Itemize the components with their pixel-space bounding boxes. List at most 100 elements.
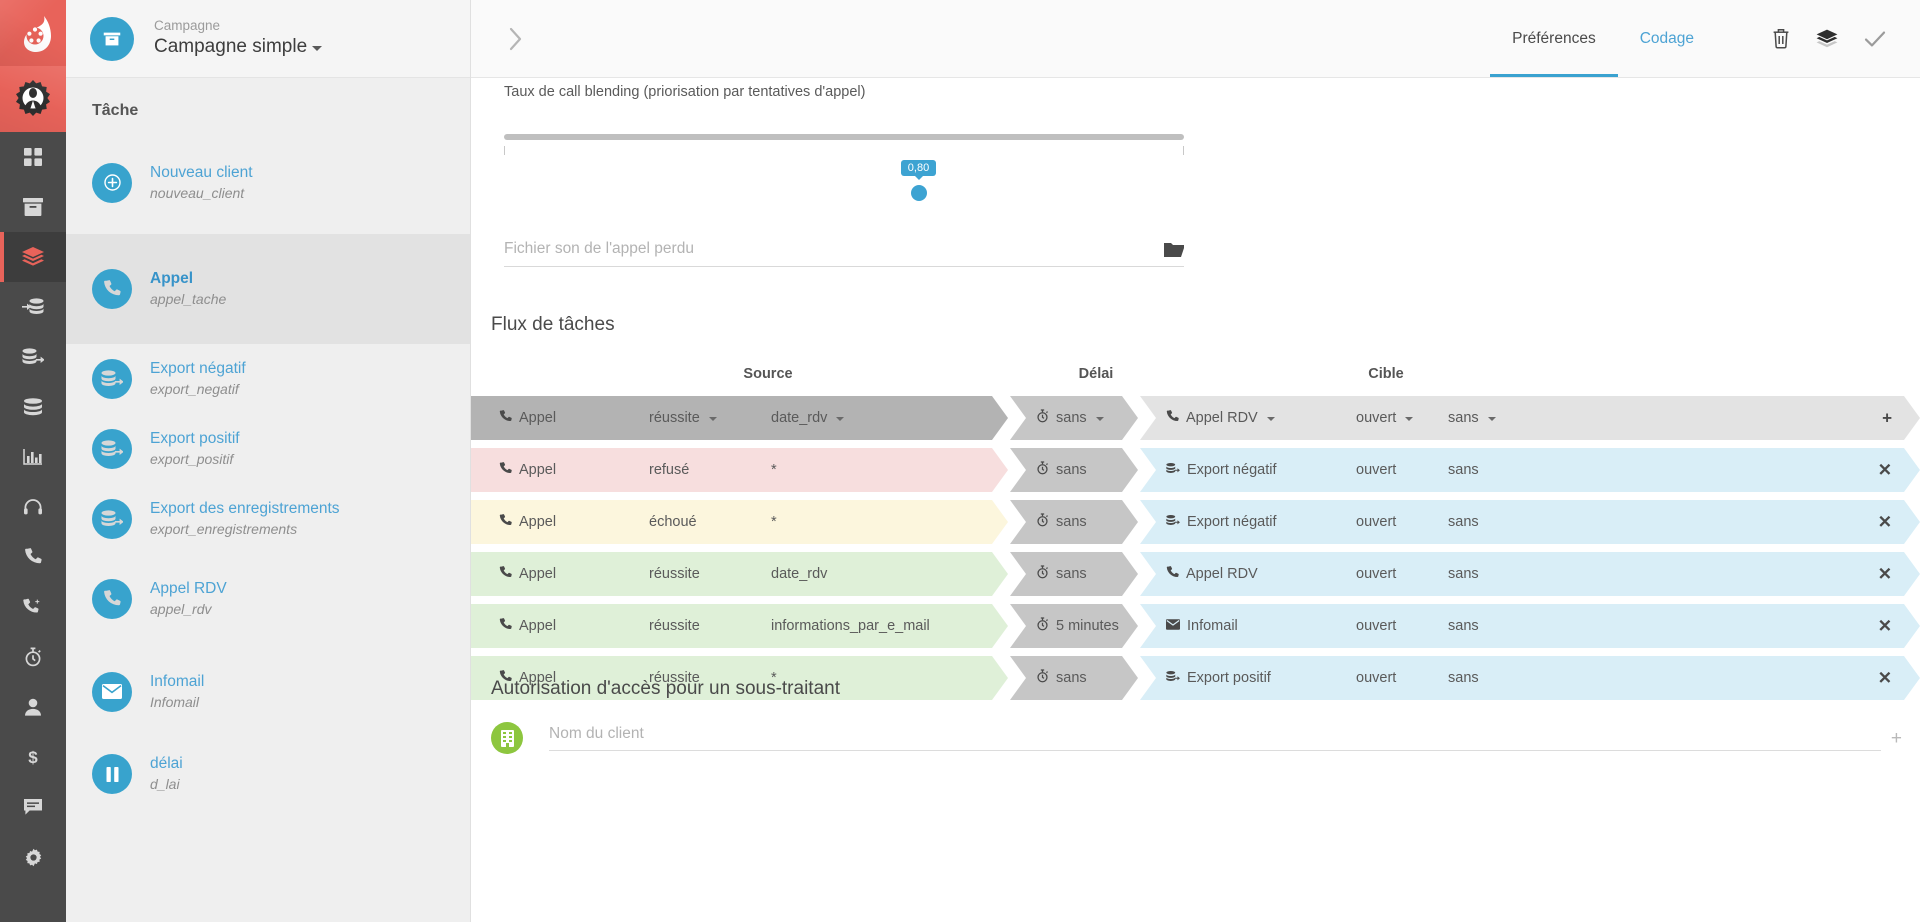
flow-source-status: échoué bbox=[649, 514, 697, 530]
rail-item-phone[interactable] bbox=[0, 532, 66, 582]
tabs: Préférences Codage bbox=[1490, 0, 1716, 77]
task-title: Nouveau client bbox=[150, 163, 253, 181]
database-export-icon bbox=[92, 499, 132, 539]
flow-delay-value[interactable]: sans bbox=[1036, 409, 1104, 427]
database-export-icon bbox=[92, 429, 132, 469]
call-blending-slider-handle[interactable] bbox=[910, 185, 927, 201]
task-item[interactable]: Export négatif export_negatif bbox=[66, 344, 470, 414]
flow-target-extra[interactable]: sans bbox=[1448, 410, 1496, 426]
rail-item-database-import[interactable] bbox=[0, 282, 66, 332]
flame-logo-icon[interactable] bbox=[0, 0, 66, 66]
flow-delay-segment: sans bbox=[1010, 552, 1138, 596]
rail-item-gear-settings[interactable] bbox=[0, 832, 66, 882]
flow-target-task: Appel RDV bbox=[1166, 566, 1356, 583]
rail-item-user[interactable] bbox=[0, 682, 66, 732]
gear-settings-icon bbox=[24, 848, 43, 867]
icon-rail: $ bbox=[0, 0, 66, 922]
phone-icon bbox=[92, 579, 132, 619]
rail-item-stopwatch[interactable] bbox=[0, 632, 66, 682]
rail-item-database[interactable] bbox=[0, 382, 66, 432]
slider-tick-min bbox=[504, 146, 505, 155]
chat-bubble-icon bbox=[23, 798, 43, 816]
database-export-icon bbox=[22, 348, 44, 366]
flow-source-task: Appel bbox=[499, 566, 649, 583]
check-save-icon[interactable] bbox=[1864, 30, 1886, 48]
task-subtitle: export_positif bbox=[150, 451, 234, 468]
campaign-name-text: Campagne simple bbox=[154, 36, 308, 58]
subcontractor-title: Autorisation d'accès pour un sous-traita… bbox=[491, 678, 840, 699]
topbar: Préférences Codage bbox=[471, 0, 1920, 78]
add-subcontractor-button[interactable]: + bbox=[1891, 729, 1920, 748]
flow-source-status: refusé bbox=[649, 462, 690, 478]
remove-flow-button[interactable]: ✕ bbox=[1878, 514, 1892, 531]
database-export-icon bbox=[1166, 462, 1180, 479]
gear-agent-logo-icon[interactable] bbox=[0, 66, 66, 132]
layers-duplicate-icon[interactable] bbox=[1816, 29, 1838, 49]
flow-delay-value: 5 minutes bbox=[1036, 617, 1119, 635]
pause-icon bbox=[92, 754, 132, 794]
subcontractor-section: Autorisation d'accès pour un sous-traita… bbox=[471, 678, 1920, 754]
task-subtitle: nouveau_client bbox=[150, 184, 245, 201]
rail-item-grid-dashboard[interactable] bbox=[0, 132, 66, 182]
task-title: Export positif bbox=[150, 430, 240, 448]
call-blending-slider-value: 0,80 bbox=[900, 160, 937, 180]
flow-delay-value: sans bbox=[1036, 513, 1087, 531]
flow-source-status[interactable]: réussite bbox=[649, 410, 739, 426]
trash-delete-icon[interactable] bbox=[1772, 28, 1790, 49]
flow-source-code: informations_par_e_mail bbox=[771, 618, 930, 634]
main-content: Taux de call blending (priorisation par … bbox=[471, 78, 1920, 922]
task-flow-section: Flux de tâches Source Délai Cible Appel réu… bbox=[471, 314, 1920, 708]
task-subtitle: export_negatif bbox=[150, 381, 239, 398]
rail-item-archive-box[interactable] bbox=[0, 182, 66, 232]
task-item[interactable]: Export des enregistrements export_enregis… bbox=[66, 484, 470, 554]
flow-delay-value: sans bbox=[1036, 565, 1087, 583]
flow-target-state[interactable]: ouvert bbox=[1356, 410, 1448, 426]
grid-dashboard-icon bbox=[24, 148, 42, 166]
task-item[interactable]: Appel appel_tache bbox=[66, 234, 470, 344]
rail-item-database-export[interactable] bbox=[0, 332, 66, 382]
tab-preferences[interactable]: Préférences bbox=[1490, 0, 1618, 77]
flow-source-segment: Appel échoué * bbox=[471, 500, 1008, 544]
flow-source-task: Appel bbox=[499, 514, 649, 531]
remove-flow-button[interactable]: ✕ bbox=[1878, 462, 1892, 479]
flow-source-code[interactable]: date_rdv bbox=[771, 410, 844, 426]
rail-item-bar-chart[interactable] bbox=[0, 432, 66, 482]
flow-row: Appel refusé * sans Export négatif ouvert sans… bbox=[471, 448, 1920, 492]
chevron-down-icon bbox=[709, 417, 717, 421]
task-subtitle: export_enregistrements bbox=[150, 521, 298, 538]
chevron-down-icon bbox=[1267, 417, 1275, 421]
lost-call-sound-file-input[interactable] bbox=[504, 240, 1164, 258]
task-item[interactable]: Export positif export_positif bbox=[66, 414, 470, 484]
svg-text:$: $ bbox=[28, 748, 38, 767]
task-item[interactable]: délai d_lai bbox=[66, 739, 470, 809]
flow-source-status: réussite bbox=[649, 566, 700, 582]
flow-delay-value: sans bbox=[1036, 461, 1087, 479]
flow-target-state: ouvert bbox=[1356, 566, 1397, 582]
flow-section-title: Flux de tâches bbox=[491, 314, 615, 335]
client-name-input[interactable] bbox=[549, 725, 1881, 743]
remove-flow-button[interactable]: ✕ bbox=[1878, 566, 1892, 583]
task-title: Infomail bbox=[150, 672, 205, 690]
rail-item-chat-bubble[interactable] bbox=[0, 782, 66, 832]
flow-source-segment: Appel réussite informations_par_e_mail bbox=[471, 604, 1008, 648]
add-flow-button[interactable]: + bbox=[1882, 410, 1892, 427]
rail-item-layers-stack[interactable] bbox=[0, 232, 66, 282]
rail-item-dollar[interactable]: $ bbox=[0, 732, 66, 782]
phone-icon bbox=[499, 514, 512, 531]
task-item[interactable]: Nouveau client nouveau_client bbox=[66, 134, 470, 234]
stopwatch-icon bbox=[1036, 565, 1049, 583]
task-item[interactable]: Appel RDV appel_rdv bbox=[66, 554, 470, 644]
flow-source-code: date_rdv bbox=[771, 566, 828, 582]
rail-item-headset[interactable] bbox=[0, 482, 66, 532]
task-subtitle: appel_rdv bbox=[150, 601, 212, 618]
remove-flow-button[interactable]: ✕ bbox=[1878, 618, 1892, 635]
tab-codage[interactable]: Codage bbox=[1618, 0, 1716, 77]
folder-open-icon[interactable] bbox=[1164, 241, 1184, 258]
call-blending-slider-track[interactable]: 0,80 bbox=[504, 134, 1184, 201]
chevron-right-icon[interactable] bbox=[503, 26, 529, 52]
rail-item-phone-keypad[interactable] bbox=[0, 582, 66, 632]
user-icon bbox=[25, 698, 41, 716]
campaign-selector[interactable]: Campagne simple bbox=[154, 34, 323, 60]
stopwatch-icon bbox=[24, 647, 42, 667]
task-item[interactable]: Infomail Infomail bbox=[66, 644, 470, 739]
